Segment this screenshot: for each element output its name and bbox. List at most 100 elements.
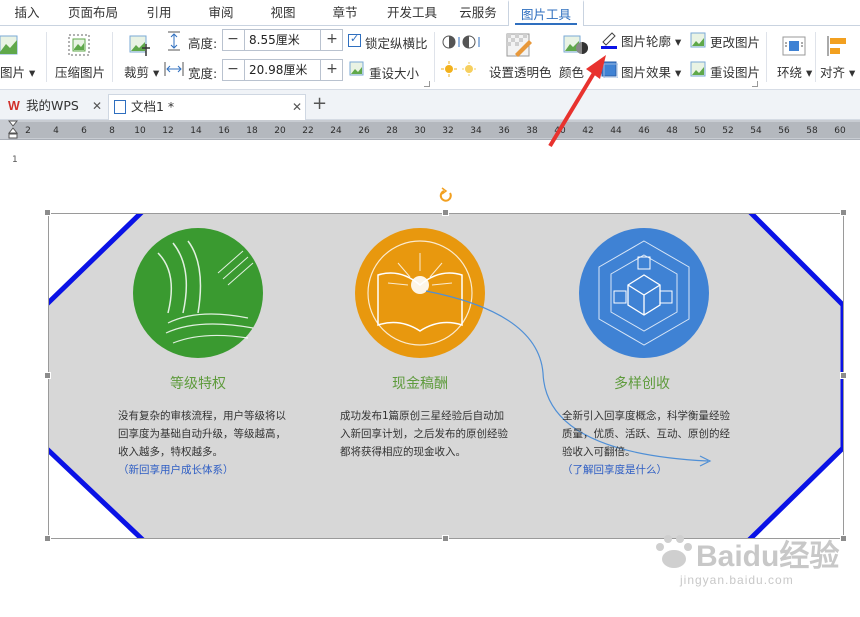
- tab-references[interactable]: 引用: [134, 0, 184, 26]
- resize-handle-bottom[interactable]: [442, 535, 449, 542]
- ribbon: 图片 ▾ 压缩图片 裁剪 ▾ 高度: − 8.55厘米 + 宽度: − 20.9…: [0, 26, 860, 90]
- brightness-icon[interactable]: [441, 60, 483, 78]
- document-tab-bar: W 我的WPS ✕ 文档1 * ✕ +: [0, 90, 860, 120]
- wps-logo-icon: W: [8, 99, 20, 113]
- ruler-tick-label: 28: [386, 126, 398, 136]
- wrap-text-icon[interactable]: [781, 34, 807, 58]
- change-picture-icon[interactable]: [689, 31, 707, 49]
- ruler-tick-label: 32: [442, 126, 454, 136]
- width-label: 宽度:: [188, 66, 218, 81]
- width-increase-button[interactable]: +: [322, 60, 342, 80]
- compress-picture-button[interactable]: 压缩图片: [55, 62, 105, 81]
- ruler-tick-label: 22: [302, 126, 314, 136]
- ruler-tick-label: 30: [414, 126, 426, 136]
- ruler-tick-label: 2: [25, 126, 31, 136]
- new-tab-plus-icon[interactable]: +: [312, 93, 327, 114]
- ruler-tick-label: 26: [358, 126, 370, 136]
- align-icon[interactable]: [826, 34, 850, 58]
- reset-size-icon[interactable]: [348, 60, 366, 78]
- crop-button[interactable]: 裁剪 ▾: [124, 62, 159, 81]
- menu-bar: 插入 页面布局 引用 审阅 视图 章节 开发工具 云服务 图片工具: [0, 0, 860, 27]
- align-button[interactable]: 对齐 ▾: [820, 62, 855, 81]
- tab-view[interactable]: 视图: [258, 0, 308, 26]
- resize-handle-top[interactable]: [442, 209, 449, 216]
- ruler-tick-label: 50: [694, 126, 706, 136]
- ruler-tick-label: 60: [834, 126, 846, 136]
- height-decrease-button[interactable]: −: [223, 30, 243, 50]
- tab-developer[interactable]: 开发工具: [378, 0, 446, 26]
- tab-review[interactable]: 审阅: [196, 0, 246, 26]
- paw-logo-icon: [656, 535, 692, 568]
- tab-insert[interactable]: 插入: [2, 0, 52, 26]
- ruler-tick-label: 34: [470, 126, 482, 136]
- picture-effects-button[interactable]: 图片效果 ▾: [621, 62, 681, 81]
- height-label: 高度:: [188, 36, 218, 51]
- tab-picture-tools[interactable]: 图片工具: [508, 0, 584, 27]
- width-input[interactable]: 20.98厘米: [244, 60, 321, 80]
- compress-icon[interactable]: [66, 32, 92, 58]
- transparent-color-icon[interactable]: [505, 32, 533, 60]
- picture-outline-icon[interactable]: [600, 30, 618, 50]
- ruler-tick-label: 6: [81, 126, 87, 136]
- document-page[interactable]: 1 等级特权 没有复杂的审核流程，用户等级将以回享度为基础自动升级，等级越高，收…: [0, 55, 860, 617]
- tab-document1-label: 文档1 *: [131, 99, 175, 114]
- watermark-url: jingyan.baidu.com: [680, 573, 794, 587]
- watermark-brand: Baidu经验: [696, 540, 840, 573]
- width-decrease-button[interactable]: −: [223, 60, 243, 80]
- tab-page-layout[interactable]: 页面布局: [58, 0, 128, 26]
- width-icon: [164, 62, 184, 76]
- horizontal-ruler[interactable]: 2468101214161820222426283032343638404244…: [0, 120, 860, 140]
- resize-handle-top-right[interactable]: [840, 209, 847, 216]
- picture-icon[interactable]: [0, 34, 18, 56]
- close-icon[interactable]: ✕: [92, 94, 102, 118]
- tab-my-wps-label: 我的WPS: [26, 98, 79, 113]
- ruler-tick-label: 46: [638, 126, 650, 136]
- ruler-tick-label: 38: [526, 126, 538, 136]
- reset-picture-button[interactable]: 重设图片: [710, 62, 760, 81]
- crop-icon[interactable]: [128, 34, 152, 56]
- ruler-tick-label: 56: [778, 126, 790, 136]
- resize-handle-right[interactable]: [840, 372, 847, 379]
- ruler-tick-label: 18: [246, 126, 258, 136]
- rotate-handle-icon[interactable]: [438, 187, 454, 205]
- reset-size-button[interactable]: 重设大小: [369, 63, 419, 82]
- resize-handle-top-left[interactable]: [44, 209, 51, 216]
- ruler-tick-label: 48: [666, 126, 678, 136]
- ruler-tick-label: 54: [750, 126, 762, 136]
- height-increase-button[interactable]: +: [322, 30, 342, 50]
- resize-handle-left[interactable]: [44, 372, 51, 379]
- ruler-tick-label: 12: [162, 126, 174, 136]
- insert-picture-button[interactable]: 图片 ▾: [0, 62, 35, 81]
- baidu-watermark: Baidu经验 jingyan.baidu.com: [652, 529, 842, 599]
- ruler-tick-label: 36: [498, 126, 510, 136]
- tab-chapter[interactable]: 章节: [320, 0, 370, 26]
- ruler-tick-label: 14: [190, 126, 202, 136]
- contrast-icon[interactable]: [441, 33, 483, 51]
- wrap-button[interactable]: 环绕 ▾: [777, 62, 812, 81]
- change-picture-button[interactable]: 更改图片: [710, 32, 760, 51]
- ruler-tick-label: 8: [109, 126, 115, 136]
- lock-ratio-checkbox[interactable]: [348, 32, 361, 47]
- tab-cloud[interactable]: 云服务: [450, 0, 506, 26]
- selected-picture[interactable]: 等级特权 没有复杂的审核流程，用户等级将以回享度为基础自动升级，等级越高，收入越…: [44, 187, 847, 542]
- ruler-tick-label: 10: [134, 126, 146, 136]
- lock-ratio-label[interactable]: 锁定纵横比: [365, 33, 428, 52]
- page-number: 1: [12, 155, 18, 165]
- size-dialog-launcher[interactable]: [424, 81, 430, 87]
- ruler-tick-label: 20: [274, 126, 286, 136]
- indent-marker-icon[interactable]: [8, 120, 18, 140]
- height-input[interactable]: 8.55厘米: [244, 30, 321, 50]
- document-icon: [114, 100, 126, 114]
- tab-document1[interactable]: 文档1 * ✕: [108, 94, 306, 120]
- picture-dialog-launcher[interactable]: [752, 81, 758, 87]
- annotation-arrow: [548, 55, 606, 148]
- reset-picture-icon[interactable]: [689, 60, 707, 78]
- width-stepper[interactable]: − 20.98厘米 +: [222, 59, 343, 81]
- close-icon[interactable]: ✕: [292, 95, 302, 119]
- picture-outline-button[interactable]: 图片轮廓 ▾: [621, 31, 681, 50]
- tab-my-wps[interactable]: W 我的WPS ✕: [4, 94, 104, 120]
- selection-frame: [48, 213, 844, 539]
- resize-handle-bottom-left[interactable]: [44, 535, 51, 542]
- ruler-scale: 2468101214161820222426283032343638404244…: [14, 122, 860, 138]
- height-stepper[interactable]: − 8.55厘米 +: [222, 29, 343, 51]
